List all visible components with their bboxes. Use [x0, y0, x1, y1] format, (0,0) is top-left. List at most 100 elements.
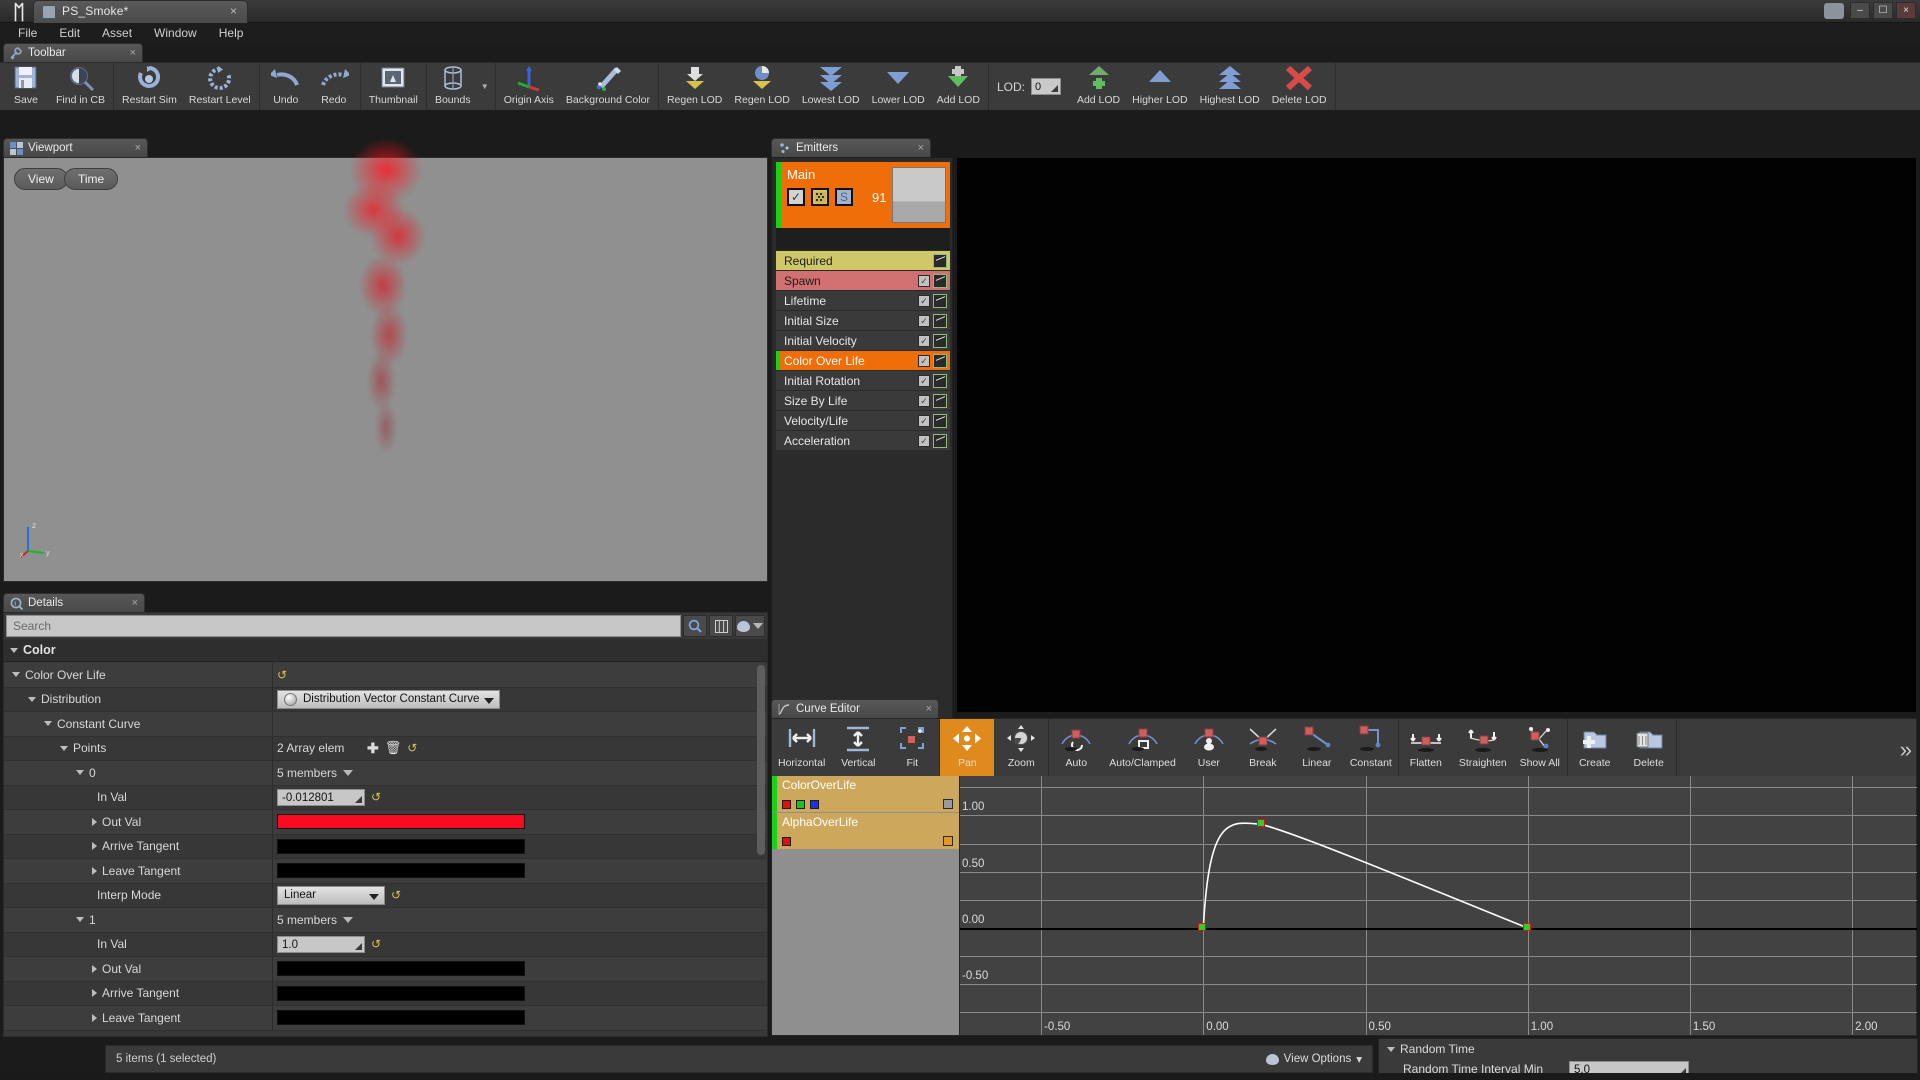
- emitter-solo-button[interactable]: S: [835, 188, 853, 206]
- curve-tool-user[interactable]: User: [1182, 719, 1236, 776]
- module-enable-checkbox[interactable]: ✓: [918, 374, 930, 387]
- property-row[interactable]: Color Over Life ↺: [4, 663, 767, 688]
- expand-closed-icon[interactable]: [92, 1013, 97, 1022]
- module-enable-checkbox[interactable]: ✓: [918, 414, 930, 427]
- curve-graph[interactable]: -0.50 0.00 0.50 1.00 1.50 2.00 1.00 0.50 0.00 -0.…: [960, 776, 1917, 1035]
- revert-to-default-icon[interactable]: ↺: [391, 888, 401, 902]
- toolbar-button-add-lod[interactable]: Add LOD: [1071, 63, 1126, 110]
- expand-open-icon[interactable]: [60, 745, 68, 751]
- emitter-thumbnail[interactable]: [892, 167, 946, 223]
- module-curve-toggle-icon[interactable]: [933, 373, 947, 388]
- curve-key-point[interactable]: [1522, 923, 1531, 932]
- curve-tool-horizontal[interactable]: Horizontal: [772, 719, 831, 776]
- color-swatch[interactable]: [277, 1010, 525, 1026]
- details-panel-tab[interactable]: i Details ×: [3, 593, 145, 612]
- toolbar-button-find-in-cb[interactable]: Find in CB: [50, 63, 111, 110]
- details-search-icon[interactable]: [683, 615, 707, 637]
- emitter-module-required[interactable]: Required: [776, 251, 950, 270]
- toolbar-button-origin-axis[interactable]: Origin Axis: [498, 63, 560, 110]
- expand-open-icon[interactable]: [76, 770, 84, 776]
- numeric-input[interactable]: 1.0: [277, 935, 365, 953]
- expand-open-icon[interactable]: [28, 696, 36, 702]
- asset-tab-ps-smoke[interactable]: PS_Smoke* ×: [33, 0, 248, 23]
- emitters-panel-tab[interactable]: Emitters ×: [771, 138, 931, 157]
- property-row[interactable]: 1 5 members: [4, 908, 767, 933]
- emitter-module-lifetime[interactable]: Lifetime ✓: [776, 291, 950, 310]
- menu-item-file[interactable]: File: [7, 24, 48, 42]
- details-category-header[interactable]: Color: [4, 639, 767, 662]
- toolbar-button-thumbnail[interactable]: Thumbnail: [363, 63, 424, 110]
- viewport-panel-tab[interactable]: Viewport ×: [3, 138, 148, 157]
- property-row[interactable]: In Val 1.0 ↺: [4, 932, 767, 957]
- details-search-input[interactable]: Search: [6, 615, 681, 637]
- toolbar-button-undo[interactable]: Undo: [262, 63, 310, 110]
- track-channel-swatch[interactable]: [782, 837, 791, 846]
- numeric-input[interactable]: -0.012801: [277, 788, 365, 806]
- curve-tool-create[interactable]: Create: [1568, 719, 1622, 776]
- menu-item-help[interactable]: Help: [208, 24, 255, 42]
- module-curve-toggle-icon[interactable]: [933, 393, 947, 408]
- curve-tool-show-all[interactable]: Show All: [1513, 719, 1567, 776]
- category-expand-icon[interactable]: [10, 647, 18, 653]
- module-curve-toggle-icon[interactable]: [933, 273, 947, 288]
- curve-toolbar-overflow-icon[interactable]: »: [1900, 737, 1912, 763]
- expand-closed-icon[interactable]: [92, 964, 97, 973]
- expand-closed-icon[interactable]: [92, 866, 97, 875]
- distribution-select[interactable]: Distribution Vector Constant Curve: [277, 689, 501, 709]
- details-columns-button[interactable]: [709, 615, 733, 637]
- color-swatch[interactable]: [277, 863, 525, 879]
- expand-open-icon[interactable]: [12, 672, 20, 678]
- viewport-view-menu-button[interactable]: View: [14, 168, 68, 190]
- curve-tool-delete[interactable]: Delete: [1622, 719, 1676, 776]
- clear-array-button[interactable]: 🗑: [385, 740, 402, 756]
- expand-open-icon[interactable]: [76, 917, 84, 923]
- toolbar-button-delete-lod[interactable]: Delete LOD: [1266, 63, 1333, 110]
- toolbar-button-lower-lod[interactable]: Lower LOD: [866, 63, 931, 110]
- property-row[interactable]: Points 2 Array elem ✚ 🗑 ↺: [4, 736, 767, 761]
- toolbar-panel-tab[interactable]: Toolbar ×: [3, 43, 143, 62]
- expand-open-icon[interactable]: [44, 721, 52, 727]
- toolbar-button-lowest-lod[interactable]: Lowest LOD: [796, 63, 866, 110]
- track-channel-swatch[interactable]: [782, 800, 791, 809]
- add-array-element-button[interactable]: ✚: [367, 740, 379, 757]
- curve-tool-pan[interactable]: Pan: [940, 719, 995, 776]
- viewport-time-menu-button[interactable]: Time: [64, 168, 119, 190]
- curve-tool-linear[interactable]: Linear: [1290, 719, 1344, 776]
- maximize-button[interactable]: ☐: [1873, 2, 1893, 19]
- chevron-down-icon[interactable]: [343, 916, 354, 923]
- emitter-module-spawn[interactable]: Spawn ✓: [776, 271, 950, 290]
- asset-tab-close-icon[interactable]: ×: [230, 4, 237, 18]
- chevron-down-icon[interactable]: [343, 769, 354, 776]
- curve-tool-vertical[interactable]: Vertical: [831, 719, 885, 776]
- property-row[interactable]: 0 5 members: [4, 761, 767, 786]
- minimize-button[interactable]: –: [1850, 2, 1870, 19]
- module-enable-checkbox[interactable]: ✓: [918, 314, 930, 327]
- curve-tool-fit[interactable]: Fit: [885, 719, 939, 776]
- property-row[interactable]: In Val -0.012801 ↺: [4, 785, 767, 810]
- emitter-render-checkbox[interactable]: [811, 188, 829, 206]
- track-visibility-toggle[interactable]: [943, 836, 953, 846]
- random-time-expand-icon[interactable]: [1387, 1046, 1395, 1052]
- curve-tool-break[interactable]: Break: [1236, 719, 1290, 776]
- module-enable-checkbox[interactable]: ✓: [918, 334, 930, 347]
- module-curve-toggle-icon[interactable]: [933, 253, 947, 268]
- curve-tool-flatten[interactable]: Flatten: [1399, 719, 1453, 776]
- particle-viewport[interactable]: View Time z x y: [3, 136, 768, 582]
- toolbar-button-restart-sim[interactable]: Restart Sim: [116, 63, 183, 110]
- emitter-enabled-checkbox[interactable]: ✓: [787, 188, 805, 206]
- details-property-list[interactable]: Color Over Life ↺ Distribution Distribution…: [4, 663, 767, 1036]
- revert-to-default-icon[interactable]: ↺: [371, 937, 381, 951]
- module-enable-checkbox[interactable]: ✓: [918, 434, 930, 447]
- curve-tool-auto[interactable]: Auto: [1049, 719, 1103, 776]
- module-curve-toggle-icon[interactable]: [933, 293, 947, 308]
- toolbar-button-bounds[interactable]: Bounds: [429, 63, 477, 110]
- module-curve-toggle-icon[interactable]: [933, 313, 947, 328]
- view-options-button[interactable]: View Options ▾: [1265, 1052, 1362, 1066]
- emitter-module-velocity-life[interactable]: Velocity/Life ✓: [776, 411, 950, 430]
- color-swatch[interactable]: [277, 838, 525, 854]
- module-curve-toggle-icon[interactable]: [933, 333, 947, 348]
- module-enable-checkbox[interactable]: ✓: [918, 274, 930, 287]
- track-channel-swatch[interactable]: [810, 800, 819, 809]
- expand-closed-icon[interactable]: [92, 842, 97, 851]
- track-visibility-toggle[interactable]: [943, 799, 953, 809]
